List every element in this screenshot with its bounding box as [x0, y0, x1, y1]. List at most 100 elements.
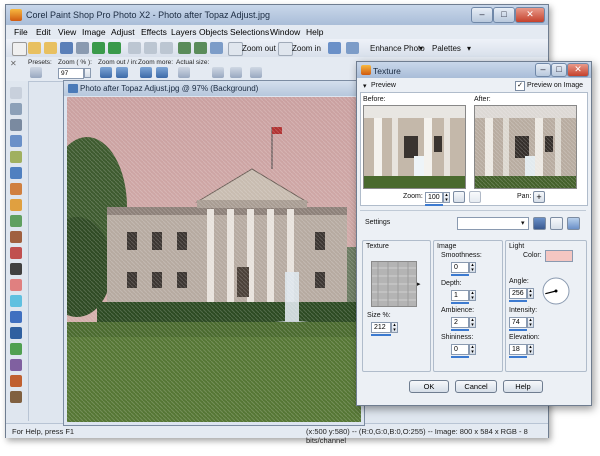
dialog-minimize-button[interactable]: – — [535, 63, 551, 77]
pick-tool-icon[interactable] — [10, 103, 22, 115]
pen-tool-icon[interactable] — [10, 359, 22, 371]
settings-dropdown[interactable] — [457, 217, 529, 230]
dialog-maximize-button[interactable]: □ — [551, 63, 567, 77]
angle-spinner[interactable]: ▴ ▾ — [527, 288, 534, 299]
makeover-tool-icon[interactable] — [10, 199, 22, 211]
ambience-slider[interactable] — [451, 329, 469, 331]
lighten-darken-tool-icon[interactable] — [10, 231, 22, 243]
shininess-field[interactable]: 0 — [451, 344, 469, 355]
intensity-field[interactable]: 74 — [509, 317, 527, 328]
zoom-to-fit-icon[interactable] — [453, 191, 465, 203]
full-screen-icon[interactable] — [328, 42, 341, 54]
selection-tool-icon[interactable] — [10, 119, 22, 131]
help-button[interactable]: Help — [503, 380, 543, 393]
smoothness-field[interactable]: 0 — [451, 262, 469, 273]
document-title-bar[interactable]: Photo after Topaz Adjust.jpg @ 97% (Back… — [64, 81, 364, 96]
angle-dial[interactable] — [541, 276, 571, 306]
zoom-percent-spinner[interactable] — [84, 68, 91, 78]
clone-tool-icon[interactable] — [10, 215, 22, 227]
ambience-spinner[interactable]: ▴ ▾ — [469, 317, 476, 328]
shininess-slider[interactable] — [451, 356, 469, 358]
paste-icon[interactable] — [160, 42, 173, 54]
ambience-field[interactable]: 2 — [451, 317, 469, 328]
menu-image[interactable]: Image — [82, 27, 106, 37]
eraser-tool-icon[interactable] — [10, 279, 22, 291]
warp-brush-tool-icon[interactable] — [10, 375, 22, 387]
actual-size-icon[interactable] — [178, 67, 190, 78]
zoom-out-button[interactable]: Zoom out — [242, 44, 276, 53]
copy-icon[interactable] — [144, 42, 157, 54]
size-percent-spinner[interactable]: ▴ ▾ — [391, 322, 398, 333]
intensity-slider[interactable] — [509, 329, 527, 331]
presets-dropdown[interactable] — [30, 67, 42, 78]
menu-edit[interactable]: Edit — [36, 27, 51, 37]
image-icon[interactable] — [178, 42, 191, 54]
enhance-photo-menu[interactable]: Enhance Photo — [370, 44, 425, 53]
app-title-bar[interactable]: Corel Paint Shop Pro Photo X2 - Photo af… — [6, 5, 548, 25]
save-icon[interactable] — [60, 42, 73, 54]
browse-icon[interactable] — [44, 42, 57, 54]
photo-canvas[interactable] — [67, 97, 361, 422]
script-icon[interactable] — [210, 42, 223, 54]
cut-icon[interactable] — [128, 42, 141, 54]
enhance-photo-chevron-icon[interactable]: ▾ — [419, 44, 423, 53]
menu-help[interactable]: Help — [306, 27, 323, 37]
preview-toggle[interactable]: Preview — [371, 82, 396, 89]
zoom-out-small-icon[interactable] — [100, 67, 112, 78]
preview-zoom-spinner[interactable]: ▴ ▾ — [443, 192, 450, 203]
smoothness-spinner[interactable]: ▴ ▾ — [469, 262, 476, 273]
cancel-button[interactable]: Cancel — [455, 380, 497, 393]
depth-spinner[interactable]: ▴ ▾ — [469, 290, 476, 301]
color-replacer-tool-icon[interactable] — [10, 263, 22, 275]
eyedropper-tool-icon[interactable] — [10, 135, 22, 147]
menu-effects[interactable]: Effects — [141, 27, 167, 37]
zoom-in-button[interactable]: Zoom in — [292, 44, 321, 53]
after-preview[interactable] — [474, 105, 577, 189]
angle-slider[interactable] — [509, 300, 527, 302]
red-eye-tool-icon[interactable] — [10, 183, 22, 195]
fit-image-icon[interactable] — [230, 67, 242, 78]
paint-brush-tool-icon[interactable] — [10, 247, 22, 259]
picture-tube-tool-icon[interactable] — [10, 311, 22, 323]
maximize-button[interactable]: □ — [493, 7, 515, 23]
shininess-spinner[interactable]: ▴ ▾ — [469, 344, 476, 355]
menu-file[interactable]: File — [14, 27, 28, 37]
menu-selections[interactable]: Selections — [230, 27, 269, 37]
preview-on-image-checkbox[interactable]: ✓ — [515, 81, 525, 91]
close-button[interactable]: ✕ — [515, 7, 545, 23]
save-preset-icon[interactable] — [533, 217, 546, 230]
ok-button[interactable]: OK — [409, 380, 449, 393]
redo-icon[interactable] — [108, 42, 121, 54]
smoothness-slider[interactable] — [451, 274, 469, 276]
close-palette-icon[interactable]: ✕ — [10, 59, 17, 68]
menu-objects[interactable]: Objects — [199, 27, 228, 37]
preset-shape-tool-icon[interactable] — [10, 343, 22, 355]
pan-crosshair-icon[interactable]: + — [533, 191, 545, 203]
depth-field[interactable]: 1 — [451, 290, 469, 301]
settings-chevron-icon[interactable]: ▾ — [521, 219, 525, 227]
zoom-magnify-icon[interactable] — [469, 191, 481, 203]
flood-fill-tool-icon[interactable] — [10, 295, 22, 307]
menu-window[interactable]: Window — [270, 27, 300, 37]
zoom-more-in-icon[interactable] — [156, 67, 168, 78]
zoom-more-out-icon[interactable] — [140, 67, 152, 78]
before-preview[interactable] — [363, 105, 466, 189]
undo-icon[interactable] — [92, 42, 105, 54]
print-icon[interactable] — [76, 42, 89, 54]
zoom-percent-field[interactable]: 97 — [58, 68, 84, 79]
texture-swatch[interactable] — [371, 261, 417, 307]
minimize-button[interactable]: – — [471, 7, 493, 23]
mesh-warp-tool-icon[interactable] — [10, 391, 22, 403]
crop-tool-icon[interactable] — [10, 151, 22, 163]
open-folder-icon[interactable] — [28, 42, 41, 54]
reset-default-icon[interactable] — [567, 217, 580, 230]
menu-adjust[interactable]: Adjust — [111, 27, 135, 37]
depth-slider[interactable] — [451, 302, 469, 304]
size-percent-slider[interactable] — [371, 334, 391, 336]
screen-fit-icon[interactable] — [250, 67, 262, 78]
dialog-close-button[interactable]: ✕ — [567, 63, 589, 77]
new-file-icon[interactable] — [12, 42, 27, 56]
photo-tray-icon[interactable] — [346, 42, 359, 54]
preview-zoom-field[interactable]: 100 — [425, 192, 443, 203]
zoom-in-small-icon[interactable] — [116, 67, 128, 78]
